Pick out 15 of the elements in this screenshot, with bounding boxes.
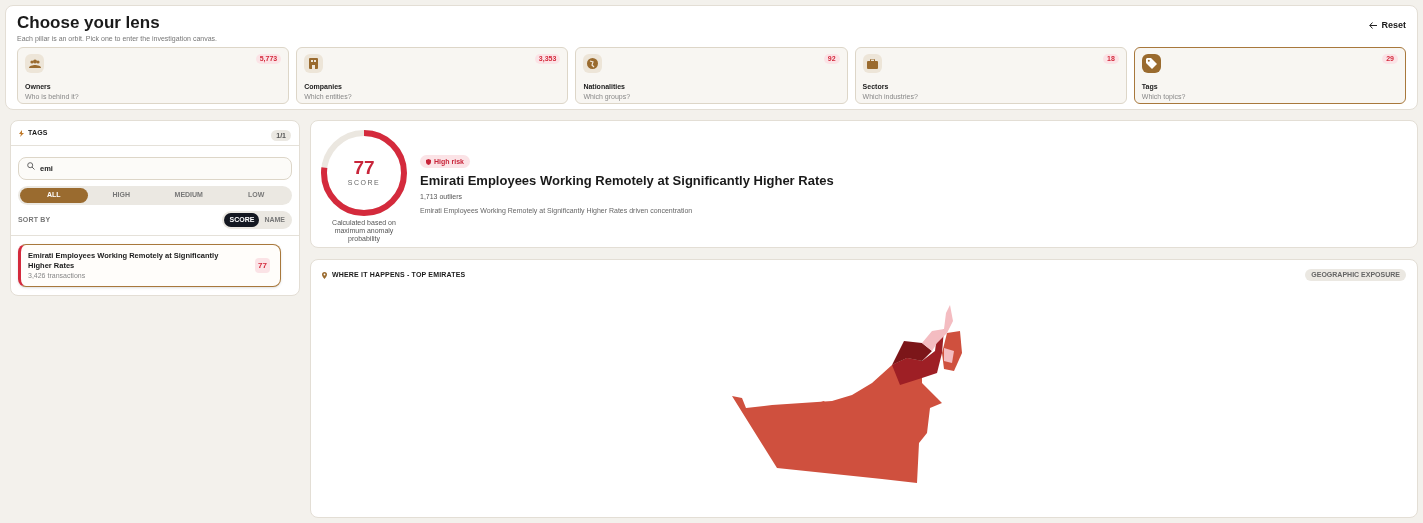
globe-icon — [587, 58, 599, 69]
search-icon — [27, 162, 35, 170]
detail-title: Emirati Employees Working Remotely at Significantly Higher Rates — [420, 172, 834, 190]
building-icon — [309, 58, 319, 69]
bolt-icon — [19, 129, 24, 137]
reset-button[interactable]: Reset — [1369, 19, 1406, 33]
score-badge: 77 — [255, 258, 270, 273]
people-icon — [28, 58, 41, 69]
page-title: Choose your lens — [17, 12, 161, 34]
tag-icon — [1145, 58, 1157, 69]
score-value: 77 — [353, 157, 375, 178]
pin-icon — [322, 271, 327, 279]
shield-icon — [426, 158, 431, 165]
back-arrow-icon — [1369, 22, 1378, 30]
briefcase-icon — [866, 58, 878, 69]
